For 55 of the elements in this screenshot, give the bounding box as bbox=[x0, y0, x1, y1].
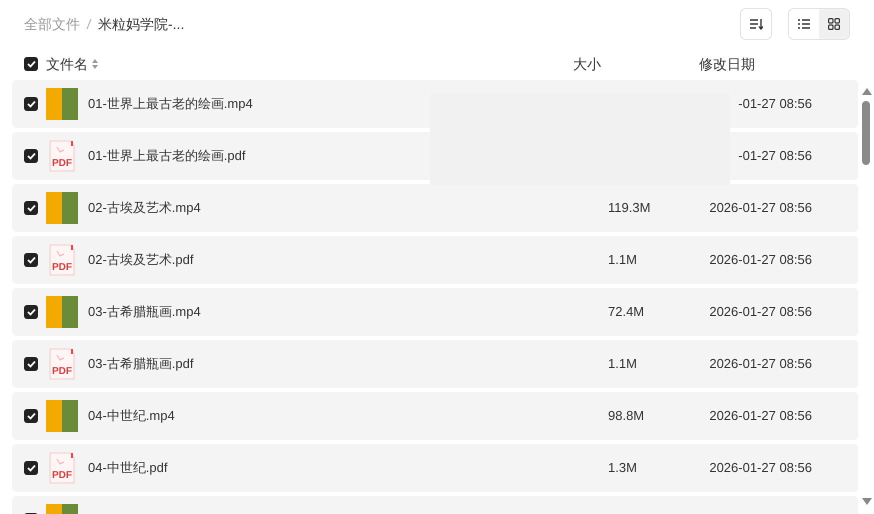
file-name: 04-中世纪.pdf bbox=[88, 459, 168, 478]
modified-date: -01-27 08:56 bbox=[737, 95, 812, 114]
file-name: 01-世界上最古老的绘画.pdf bbox=[88, 147, 246, 166]
file-size: 1.1M bbox=[608, 355, 638, 374]
list-icon bbox=[798, 19, 810, 29]
file-row[interactable]: PDF 03-古希腊瓶画.pdf 1.1M 2026-01-27 08:56 bbox=[12, 340, 858, 388]
sort-icon bbox=[749, 18, 763, 30]
grid-icon bbox=[828, 18, 840, 30]
video-thumbnail bbox=[46, 192, 78, 224]
checkbox[interactable] bbox=[24, 149, 38, 163]
video-thumbnail bbox=[46, 400, 78, 432]
column-header[interactable]: 大小 bbox=[573, 54, 699, 74]
checkbox[interactable] bbox=[24, 409, 38, 423]
file-row[interactable]: 02-古埃及艺术.mp4 119.3M 2026-01-27 08:56 bbox=[12, 184, 858, 232]
separator-icon bbox=[86, 18, 92, 30]
file-name: 04-中世纪.mp4 bbox=[88, 407, 176, 426]
scrollbar-thumb[interactable] bbox=[862, 101, 870, 165]
checkbox[interactable] bbox=[24, 461, 38, 475]
file-name: 02-古埃及艺术.mp4 bbox=[88, 199, 202, 218]
column-header[interactable]: 文件名 bbox=[46, 54, 88, 74]
checkbox[interactable] bbox=[24, 97, 38, 111]
breadcrumb-link[interactable]: 米粒妈学院-... bbox=[98, 14, 184, 34]
sort-icon[interactable] bbox=[92, 59, 98, 69]
modified-date: 2026-01-27 08:56 bbox=[708, 407, 812, 426]
modified-date: 2026-01-27 08:56 bbox=[708, 251, 812, 270]
file-size: 119.3M bbox=[608, 199, 652, 218]
modified-date: 2026-01-27 08:56 bbox=[708, 303, 812, 322]
file-row[interactable]: PDF 04-中世纪.pdf 1.3M 2026-01-27 08:56 bbox=[12, 444, 858, 492]
file-row[interactable]: 03-古希腊瓶画.mp4 72.4M 2026-01-27 08:56 bbox=[12, 288, 858, 336]
grid-view-button[interactable] bbox=[819, 9, 849, 39]
file-size: 1.1M bbox=[608, 251, 638, 270]
sort-button[interactable] bbox=[740, 8, 772, 40]
modified-date: -01-27 08:56 bbox=[737, 147, 812, 166]
checkbox[interactable] bbox=[24, 57, 38, 71]
checkbox[interactable] bbox=[24, 201, 38, 215]
scroll-up-icon[interactable] bbox=[862, 88, 872, 95]
checkbox[interactable] bbox=[24, 305, 38, 319]
checkbox[interactable] bbox=[24, 253, 38, 267]
modified-date: 2026-01-27 08:56 bbox=[708, 199, 812, 218]
file-name: 02-古埃及艺术.pdf bbox=[88, 251, 194, 270]
video-thumbnail bbox=[46, 296, 78, 328]
column-header[interactable]: 修改日期 bbox=[699, 54, 755, 74]
modified-date: 2026-01-27 08:56 bbox=[708, 459, 812, 478]
file-row[interactable]: PDF 02-古埃及艺术.pdf 1.1M 2026-01-27 08:56 bbox=[12, 236, 858, 284]
checkbox[interactable] bbox=[24, 357, 38, 371]
file-size: 1.3M bbox=[608, 459, 638, 478]
file-size: 98.8M bbox=[608, 407, 646, 426]
modified-date: 2026-01-27 08:56 bbox=[708, 355, 812, 374]
video-thumbnail bbox=[46, 88, 78, 120]
file-name: 01-世界上最古老的绘画.mp4 bbox=[88, 95, 254, 114]
file-row[interactable]: 04-中世纪.mp4 98.8M 2026-01-27 08:56 bbox=[12, 392, 858, 440]
file-size: 72.4M bbox=[608, 303, 646, 322]
scroll-down-icon[interactable] bbox=[862, 498, 872, 505]
file-name: 03-古希腊瓶画.pdf bbox=[88, 355, 194, 374]
file-name: 03-古希腊瓶画.mp4 bbox=[88, 303, 202, 322]
